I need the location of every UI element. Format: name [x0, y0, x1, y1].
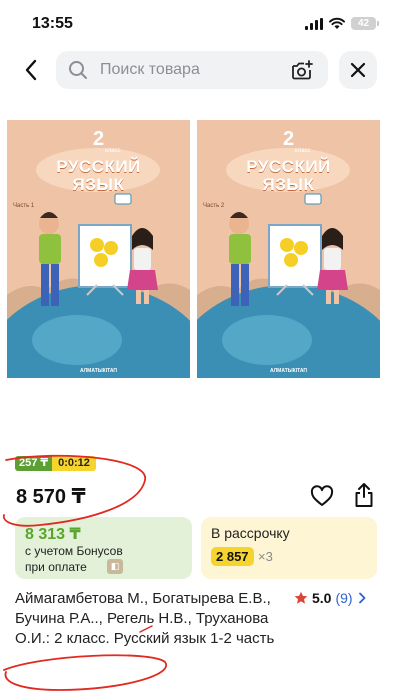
bonus-price-card[interactable]: 8 313 ₸ с учетом Бонусов при оплате ◧: [15, 517, 192, 579]
bonus-price: 8 313 ₸: [25, 526, 81, 543]
camera-search-icon[interactable]: [290, 59, 314, 81]
installment-monthly: 2 857: [211, 547, 254, 566]
book-part-label: Часть 2: [203, 203, 225, 209]
book-grade-word: класс: [105, 148, 121, 154]
book-grade-word: класс: [295, 148, 311, 154]
bonus-caption-line2: при оплате: [25, 560, 87, 574]
product-price: 8 570 ₸: [16, 486, 86, 508]
wifi-icon: [329, 17, 345, 29]
book-title-line2: ЯЗЫК: [72, 175, 125, 194]
chevron-right-icon: [358, 592, 365, 604]
installment-title: В рассрочку: [211, 525, 290, 541]
book-title-line1: РУССКИЙ: [246, 157, 331, 176]
product-title: Аймагамбетова М., Богатырева Е.В., Бучин…: [15, 590, 275, 647]
book-publisher: АЛМАТЫКІТАП: [80, 368, 117, 374]
timer-badge: 0:0:12: [52, 456, 96, 471]
star-icon: [294, 591, 308, 604]
share-icon[interactable]: [352, 482, 376, 508]
book-part-label: Часть 1: [13, 203, 35, 209]
installment-multiplier: ×3: [258, 549, 273, 564]
close-icon: [350, 62, 366, 78]
product-image-gallery[interactable]: 2 класс РУССКИЙ ЯЗЫК Часть 1 АЛМАТЫКІТАП: [0, 96, 394, 426]
search-input[interactable]: Поиск товара: [100, 61, 200, 79]
promo-badges: 257 ₸ 0:0:12: [15, 456, 96, 471]
product-rating[interactable]: 5.0 (9): [294, 590, 366, 606]
book-publisher: АЛМАТЫКІТАП: [270, 368, 307, 374]
book-grade-number: 2: [282, 128, 295, 150]
book-title-line2: ЯЗЫК: [262, 175, 315, 194]
back-button[interactable]: [14, 52, 48, 88]
search-icon: [69, 61, 87, 79]
book-title-line1: РУССКИЙ: [56, 157, 141, 176]
review-count[interactable]: (9): [335, 590, 352, 606]
search-bar[interactable]: Поиск товара: [56, 51, 328, 89]
battery-icon: 42: [351, 17, 379, 30]
cellular-signal-icon: [305, 18, 323, 30]
close-button[interactable]: [339, 51, 377, 89]
bonus-caption-line1: с учетом Бонусов: [25, 544, 123, 558]
status-bar: 13:55 42: [0, 0, 394, 46]
chevron-left-icon: [25, 59, 37, 81]
book-cover-image-2[interactable]: 2 класс РУССКИЙ ЯЗЫК Часть 2 АЛМАТЫКІТАП: [197, 120, 380, 378]
cashback-badge: 257 ₸: [15, 456, 53, 471]
book-cover-image-1[interactable]: 2 класс РУССКИЙ ЯЗЫК Часть 1 АЛМАТЫКІТАП: [7, 120, 190, 378]
status-time: 13:55: [32, 15, 73, 32]
bonus-info-icon[interactable]: ◧: [107, 559, 123, 574]
book-grade-number: 2: [92, 128, 105, 150]
installment-card[interactable]: В рассрочку 2 857 ×3: [201, 517, 377, 579]
rating-score: 5.0: [312, 590, 332, 606]
heart-icon[interactable]: [310, 485, 334, 507]
